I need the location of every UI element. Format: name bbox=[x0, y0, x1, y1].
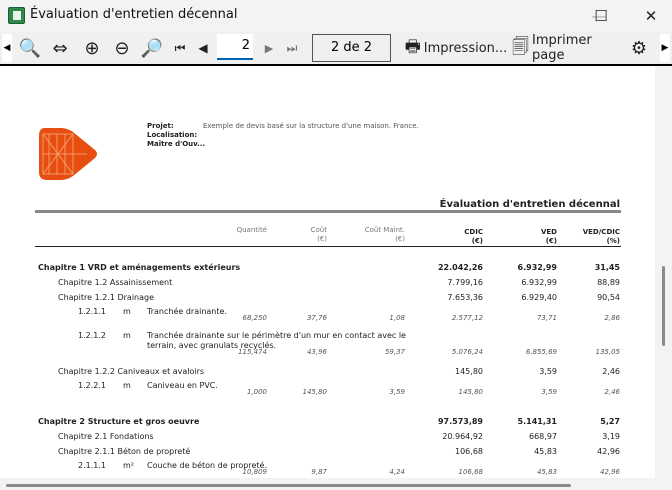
item-ratio: 2,46 bbox=[604, 388, 620, 396]
close-button[interactable]: ✕ bbox=[636, 4, 666, 28]
horizontal-scrollbar[interactable] bbox=[0, 478, 655, 490]
chapter-ratio: 31,45 bbox=[594, 263, 620, 272]
app-icon bbox=[8, 7, 25, 24]
chapter-label: Chapitre 1.2 Assainissement bbox=[58, 278, 173, 287]
item-ratio: 2,86 bbox=[604, 314, 620, 322]
page-width-icon[interactable]: ⇔ bbox=[48, 35, 72, 61]
project-label: Projet: bbox=[147, 122, 174, 130]
toolbar-scroll-right[interactable]: ▶ bbox=[660, 34, 670, 62]
item-unit: m bbox=[123, 331, 131, 340]
column-header-ratio-unit: (%) bbox=[606, 237, 620, 245]
print-page-button[interactable]: 🗐 Imprimer page bbox=[512, 33, 624, 63]
chapter-cdic: 145,80 bbox=[455, 366, 483, 376]
location-label: Localisation: bbox=[147, 131, 198, 139]
chapter-label: Chapitre 1 VRD et aménagements extérieur… bbox=[38, 263, 241, 272]
item-unit: m² bbox=[123, 461, 134, 470]
item-unit: m bbox=[123, 307, 131, 316]
header-rule bbox=[35, 246, 621, 247]
vertical-scrollbar[interactable] bbox=[655, 66, 672, 478]
toolbar-scroll-left[interactable]: ◀ bbox=[2, 34, 12, 62]
zoom-page-icon[interactable]: 🔍 bbox=[18, 35, 42, 61]
column-header-cost-unit: (€) bbox=[317, 235, 327, 243]
chapter-cdic: 20.964,92 bbox=[442, 432, 483, 441]
chapter-ratio: 5,27 bbox=[600, 417, 620, 426]
item-code: 1.2.1.2 bbox=[78, 331, 106, 340]
print-button[interactable]: 🖶 Impression... bbox=[404, 35, 508, 61]
next-page-icon[interactable]: ▶ bbox=[262, 35, 276, 61]
company-logo bbox=[39, 128, 97, 180]
item-code: 2.1.1.1 bbox=[78, 461, 106, 470]
chapter-cdic: 7.799,16 bbox=[447, 278, 483, 287]
horizontal-scroll-thumb[interactable] bbox=[6, 484, 571, 487]
report-page: Projet: Exemple de devis basé sur la str… bbox=[0, 66, 655, 478]
project-value: Exemple de devis basé sur la structure d… bbox=[203, 122, 419, 130]
zoom-select-icon[interactable]: 🔎 bbox=[140, 35, 164, 61]
print-page-label: Imprimer page bbox=[531, 33, 592, 63]
chapter-label: Chapitre 1.2.1 Drainage bbox=[58, 292, 155, 302]
print-page-icon: 🗐 bbox=[512, 36, 529, 57]
item-code: 1.2.2.1 bbox=[78, 381, 106, 390]
item-cdic: 2.577,12 bbox=[451, 314, 483, 322]
item-cost: 9,87 bbox=[311, 468, 327, 476]
heading-rule bbox=[35, 210, 621, 213]
item-description: Tranchée drainante sur le périmètre d'un… bbox=[147, 331, 406, 340]
prev-page-icon[interactable]: ◀ bbox=[196, 35, 210, 61]
chapter-label: Chapitre 2 Structure et gros oeuvre bbox=[38, 417, 200, 426]
print-label: Impression... bbox=[423, 40, 508, 56]
toolbar: ◀ 🔍 ⇔ ⊕ ⊖ 🔎 ⏮ ◀ 2 ▶ ⏭ 2 de 2 🖶 Impressio… bbox=[0, 32, 672, 65]
maximize-button[interactable]: ☐ bbox=[586, 4, 616, 28]
chapter-ratio: 2,46 bbox=[602, 366, 620, 376]
item-cdic: 5.076,24 bbox=[451, 347, 483, 356]
chapter-cdic: 7.653,36 bbox=[447, 292, 483, 302]
column-header-cdic: CDIC bbox=[464, 228, 483, 236]
window-title: Évaluation d'entretien décennal bbox=[30, 7, 238, 22]
item-cdic: 106,68 bbox=[458, 468, 484, 476]
item-cost: 37,76 bbox=[306, 314, 327, 322]
column-header-cdic-unit: (€) bbox=[471, 237, 483, 245]
column-header-cost: Coût bbox=[310, 226, 327, 234]
item-code: 1.2.1.1 bbox=[78, 307, 106, 316]
item-maint: 3,59 bbox=[389, 388, 405, 396]
last-page-icon[interactable]: ⏭ bbox=[284, 35, 300, 61]
owner-label: Maître d'Ouv... bbox=[147, 140, 206, 148]
column-header-ved-unit: (€) bbox=[545, 237, 557, 245]
chapter-ratio: 88,89 bbox=[597, 278, 620, 287]
page-number-input[interactable]: 2 bbox=[217, 34, 253, 60]
printer-icon: 🖶 bbox=[404, 36, 421, 57]
chapter-label: Chapitre 2.1.1 Béton de propreté bbox=[58, 446, 191, 456]
chapter-label: Chapitre 2.1 Fondations bbox=[58, 432, 154, 441]
vertical-scroll-thumb[interactable] bbox=[662, 266, 665, 346]
item-maint: 59,37 bbox=[384, 347, 405, 356]
first-page-icon[interactable]: ⏮ bbox=[172, 35, 188, 61]
title-bar: Évaluation d'entretien décennal — ☐ ✕ bbox=[0, 0, 672, 32]
column-header-maint: Coût Maint. bbox=[364, 226, 405, 234]
chapter-ratio: 90,54 bbox=[597, 292, 620, 302]
chapter-ratio: 3,19 bbox=[602, 432, 620, 441]
report-heading: Évaluation d'entretien décennal bbox=[439, 199, 620, 210]
item-cost: 43,96 bbox=[306, 347, 327, 356]
chapter-cdic: 106,68 bbox=[455, 446, 483, 456]
page-count: 2 de 2 bbox=[312, 34, 391, 62]
column-header-ratio: VED/CDIC bbox=[582, 228, 620, 236]
item-unit: m bbox=[123, 381, 131, 390]
chapter-label: Chapitre 1.2.2 Caniveaux et avaloirs bbox=[58, 366, 205, 376]
item-ratio: 42,96 bbox=[599, 468, 620, 476]
item-maint: 1,08 bbox=[389, 314, 405, 322]
item-cost: 145,80 bbox=[302, 388, 328, 396]
zoom-out-icon[interactable]: ⊖ bbox=[110, 35, 134, 61]
item-cdic: 145,80 bbox=[458, 388, 484, 396]
item-maint: 4,24 bbox=[389, 468, 405, 476]
zoom-in-icon[interactable]: ⊕ bbox=[80, 35, 104, 61]
column-header-maint-unit: (€) bbox=[395, 235, 405, 243]
chapter-cdic: 22.042,26 bbox=[437, 263, 483, 272]
chapter-cdic: 97.573,89 bbox=[437, 417, 483, 426]
item-ratio: 135,05 bbox=[595, 347, 621, 356]
gear-icon[interactable]: ⚙ bbox=[627, 35, 651, 61]
column-header-ved: VED bbox=[540, 228, 557, 236]
chapter-ratio: 42,96 bbox=[597, 446, 620, 456]
